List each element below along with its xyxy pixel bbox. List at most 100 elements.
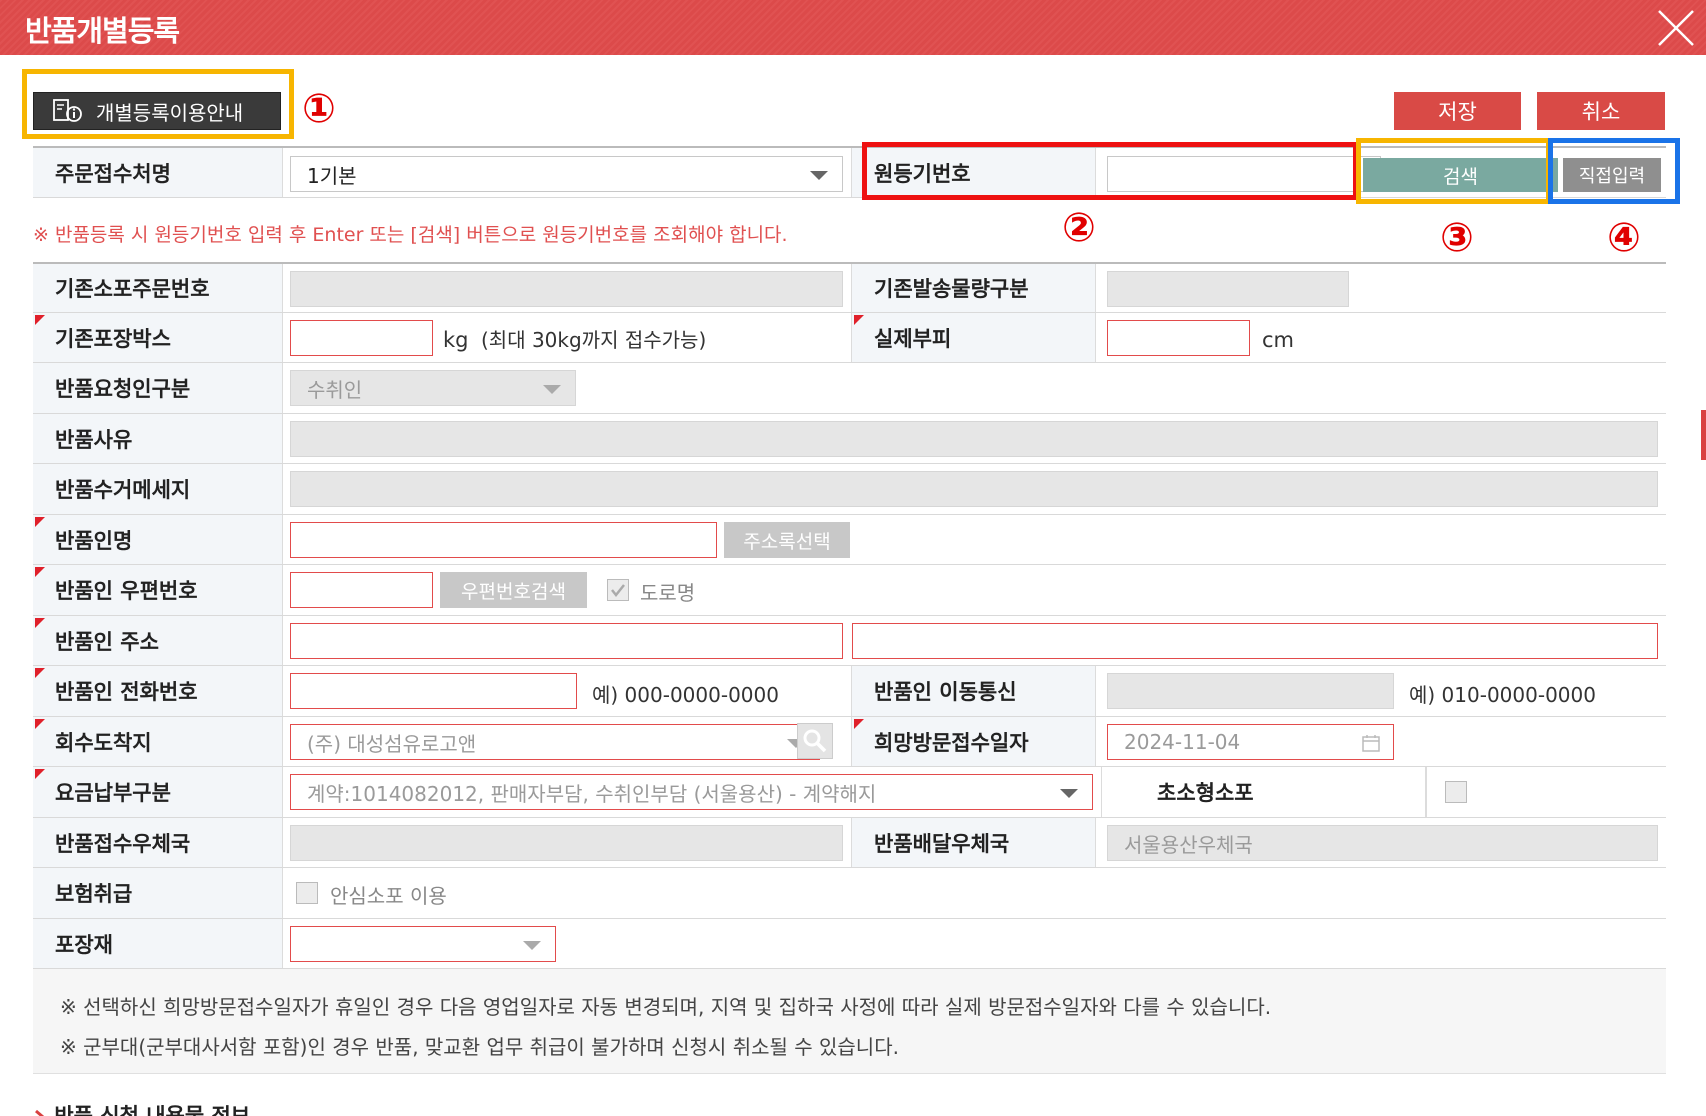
small-parcel-cell [1426,767,1666,817]
phone-input[interactable] [290,673,577,709]
address-input-2[interactable] [852,623,1658,659]
destination-select[interactable]: (주) 대성섬유로고앤 [290,724,820,760]
requester-label: 반품요청인구분 [33,363,283,413]
payment-select-value: 계약:1014082012, 판매자부담, 수취인부담 (서울용산) - 계약해… [307,781,877,806]
small-parcel-checkbox[interactable] [1445,781,1467,803]
prev-box-input[interactable] [290,320,433,356]
prev-order-no-label: 기존소포주문번호 [33,264,283,312]
chevron-down-icon [810,171,828,180]
packing-label: 포장재 [33,919,283,968]
row-offices: 반품접수우체국 반품배달우체국 서울용산우체국 [33,818,1666,868]
zip-search-button[interactable]: 우편번호검색 [440,572,587,608]
zip-input[interactable] [290,572,433,608]
check-icon [611,584,625,598]
destination-search-button[interactable] [797,723,833,759]
pickup-msg-label: 반품수거메세지 [33,464,283,514]
destination-select-value: (주) 대성섬유로고앤 [307,731,477,756]
kg-unit: kg [443,328,469,352]
row-address: 반품인 주소 [33,616,1666,666]
volume-label: 실제부피 [851,313,1096,362]
row-pickup-msg: 반품수거메세지 [33,464,1666,515]
title-bar: 반품개별등록 [0,0,1706,55]
insurance-label: 보험취급 [33,868,283,918]
close-icon [1658,9,1694,46]
accept-office-label: 반품접수우체국 [33,818,283,867]
row-payment: 요금납부구분 계약:1014082012, 판매자부담, 수취인부담 (서울용산… [33,767,1666,818]
notice-text: ※ 반품등록 시 원등기번호 입력 후 Enter 또는 [검색] 버튼으로 원… [33,224,788,246]
row-zip: 반품인 우편번호 우편번호검색 도로명 [33,565,1666,616]
section-title-label: 반품 신청 내용물 정보 [54,1104,251,1116]
prev-order-no-input [290,271,843,307]
pickup-msg-input [290,471,1658,507]
small-parcel-label: 초소형소포 [1101,767,1426,817]
mobile-label: 반품인 이동통신 [851,666,1096,716]
requester-select[interactable]: 수취인 [290,370,576,406]
row-requester: 반품요청인구분 수취인 [33,363,1666,414]
close-button[interactable] [1646,0,1706,55]
phone-example: 예) 000-0000-0000 [592,682,779,707]
insurance-checkbox[interactable] [296,882,318,904]
highlight-direct-input [1548,138,1680,204]
chevron-down-icon [1060,789,1078,798]
packing-select[interactable] [290,926,556,962]
window-title: 반품개별등록 [25,14,180,48]
returner-name-input[interactable] [290,522,717,558]
row-phone: 반품인 전화번호 예) 000-0000-0000 반품인 이동통신 예) 01… [33,666,1666,717]
accept-office-input [290,825,843,861]
highlight-reg-no [862,142,1358,200]
callout-3: ③ [1440,215,1474,261]
footnote-1: ※ 선택하신 희망방문접수일자가 휴일인 경우 다음 영업일자로 자동 변경되며… [60,995,1272,1019]
callout-2: ② [1062,205,1096,251]
mobile-example: 예) 010-0000-0000 [1409,682,1596,707]
prev-weight-type-input [1107,271,1349,307]
visit-date-value: 2024-11-04 [1124,730,1241,754]
row-prev-order: 기존소포주문번호 기존발송물량구분 [33,262,1666,313]
calendar-icon[interactable] [1361,733,1381,753]
returner-name-label: 반품인명 [33,515,283,564]
footnote-2: ※ 군부대(군부대사서함 포함)인 경우 반품, 맞교환 업무 취급이 불가하며… [60,1035,899,1059]
search-icon [803,729,827,753]
section-contents-title: 반품 신청 내용물 정보 [33,1100,250,1116]
volume-input[interactable] [1107,320,1250,356]
row-returner-name: 반품인명 주소록선택 [33,515,1666,565]
payment-label: 요금납부구분 [33,767,283,817]
zip-label: 반품인 우편번호 [33,565,283,615]
footnote-box: ※ 선택하신 희망방문접수일자가 휴일인 경우 다음 영업일자로 자동 변경되며… [33,969,1666,1074]
order-select-value: 1기본 [307,163,357,188]
address-input-1[interactable] [290,623,843,659]
insurance-option-label: 안심소포 이용 [330,883,447,908]
mobile-input [1107,673,1394,709]
road-name-checkbox[interactable] [607,579,629,601]
cancel-button[interactable]: 취소 [1537,92,1665,130]
payment-select[interactable]: 계약:1014082012, 판매자부담, 수취인부담 (서울용산) - 계약해… [290,774,1093,810]
delivery-office-input: 서울용산우체국 [1107,825,1658,861]
address-book-button[interactable]: 주소록선택 [724,522,850,558]
guide-button-label: 개별등록이용안내 [96,100,244,125]
phone-label: 반품인 전화번호 [33,666,283,716]
chevron-down-icon [523,941,541,950]
prev-box-label: 기존포장박스 [33,313,283,362]
row-prev-box: 기존포장박스 kg (최대 30kg까지 접수가능) 실제부피 cm [33,313,1666,363]
delivery-office-label: 반품배달우체국 [851,818,1096,867]
order-select[interactable]: 1기본 [290,156,843,192]
kg-note: (최대 30kg까지 접수가능) [481,327,707,352]
chevron-right-icon [35,1109,45,1116]
delivery-office-value: 서울용산우체국 [1124,832,1253,857]
reason-input [290,421,1658,457]
save-button[interactable]: 저장 [1394,92,1521,130]
destination-label: 회수도착지 [33,717,283,766]
visit-date-label: 희망방문접수일자 [851,717,1096,766]
cm-unit: cm [1262,328,1295,352]
scroll-edge [1699,55,1706,1116]
chevron-down-icon [543,385,561,394]
callout-1: ① [302,86,336,132]
document-info-icon [53,99,82,122]
row-insurance: 보험취급 안심소포 이용 [33,868,1666,919]
row-destination: 회수도착지 (주) 대성섬유로고앤 희망방문접수일자 2024-11-04 [33,717,1666,767]
reason-label: 반품사유 [33,414,283,463]
visit-date-input[interactable]: 2024-11-04 [1107,724,1394,760]
row-packing: 포장재 [33,919,1666,969]
requester-select-value: 수취인 [307,377,363,402]
address-label: 반품인 주소 [33,616,283,665]
guide-button[interactable]: 개별등록이용안내 [33,92,281,130]
